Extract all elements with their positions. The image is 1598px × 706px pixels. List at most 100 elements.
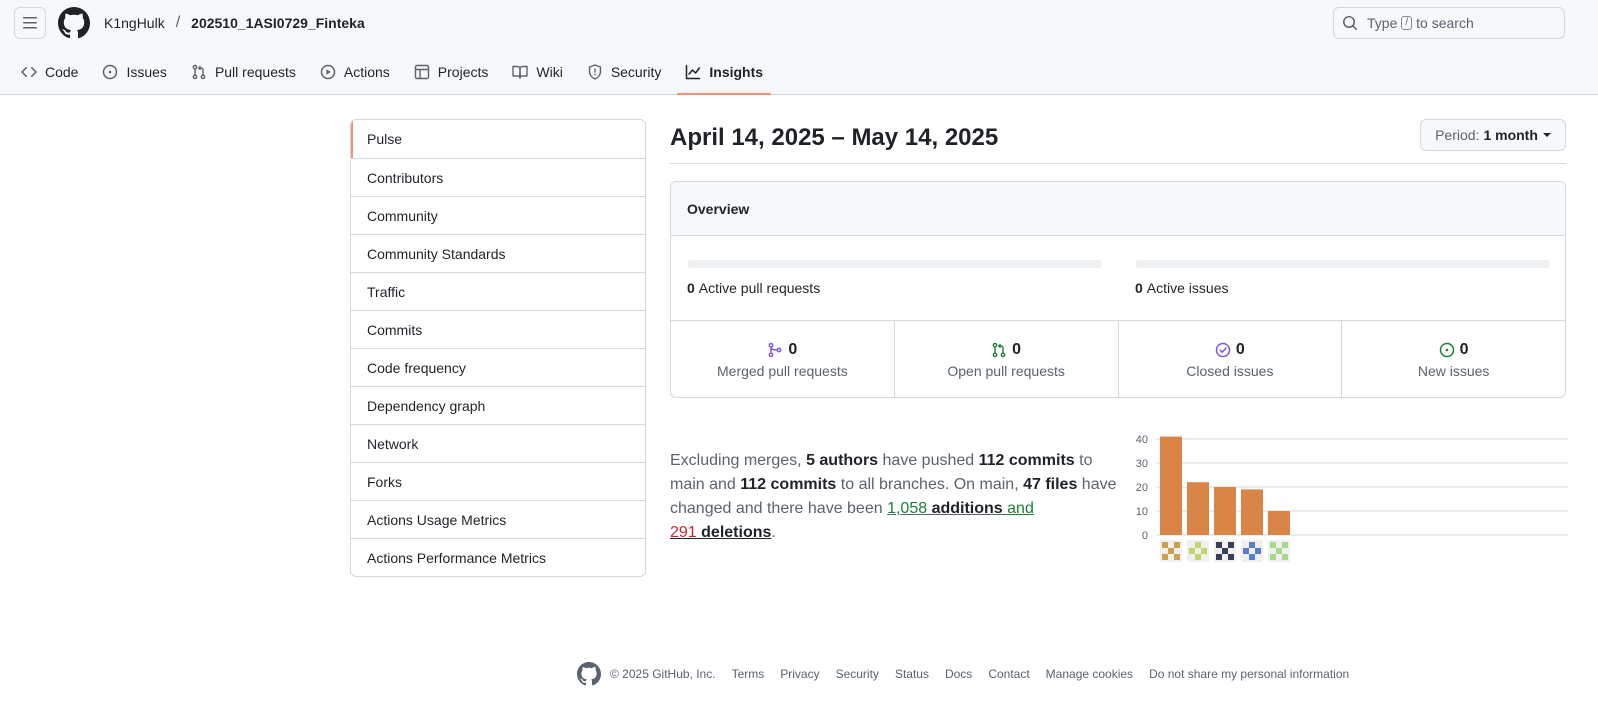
- closed-issues-label: Closed issues: [1186, 362, 1274, 379]
- period-select-button[interactable]: Period: 1 month: [1420, 119, 1566, 151]
- summary-text: Excluding merges,: [670, 452, 807, 469]
- breadcrumb: K1ngHulk / 202510_1ASI0729_Finteka: [104, 14, 365, 32]
- tab-pull-requests[interactable]: Pull requests: [183, 56, 304, 88]
- tab-wiki[interactable]: Wiki: [504, 56, 570, 88]
- avatar-pixel: [1216, 542, 1222, 548]
- menu-button[interactable]: [14, 7, 46, 39]
- avatar-pixel: [1249, 542, 1255, 548]
- avatar-pixel: [1276, 548, 1282, 554]
- commit-summary: Excluding merges, 5 authors have pushed …: [670, 449, 1120, 545]
- tab-insights[interactable]: Insights: [677, 56, 771, 95]
- chart-bar[interactable]: [1160, 436, 1182, 535]
- tab-projects[interactable]: Projects: [406, 56, 497, 88]
- tab-security-label: Security: [610, 64, 662, 80]
- divider: [670, 163, 1566, 164]
- sidebar-item-community-standards[interactable]: Community Standards: [351, 234, 645, 272]
- sidebar-item-traffic[interactable]: Traffic: [351, 272, 645, 310]
- overview-stats: 0 Merged pull requests 0 Open pull reque…: [671, 321, 1565, 397]
- closed-issues-count: 0: [1235, 340, 1245, 358]
- new-issues-count: 0: [1459, 340, 1469, 358]
- deletions-link[interactable]: 291 deletions: [670, 524, 771, 541]
- avatar-pixel: [1195, 542, 1201, 548]
- avatar-pixel: [1168, 548, 1174, 554]
- footer-link-manage-cookies[interactable]: Manage cookies: [1046, 667, 1133, 681]
- tab-code[interactable]: Code: [13, 56, 86, 88]
- tab-code-label: Code: [45, 64, 79, 80]
- avatar-pixel: [1162, 554, 1168, 560]
- deletions-count: 291: [670, 524, 697, 541]
- footer-link-terms[interactable]: Terms: [732, 667, 765, 681]
- page-footer: © 2025 GitHub, Inc. Terms Privacy Securi…: [577, 662, 1365, 686]
- avatar-pixel: [1243, 548, 1249, 554]
- chart-y-tick-label: 0: [1142, 530, 1148, 542]
- github-logo-icon[interactable]: [577, 662, 601, 686]
- sidebar-item-commits[interactable]: Commits: [351, 310, 645, 348]
- tab-security[interactable]: Security: [579, 56, 670, 88]
- overview-box: Overview 0 Active pull requests 0 Active i…: [670, 181, 1566, 398]
- code-icon: [21, 66, 37, 78]
- git-pull-request-icon: [992, 342, 1006, 357]
- tab-wiki-label: Wiki: [536, 64, 563, 80]
- repo-owner-link[interactable]: K1ngHulk: [104, 15, 165, 31]
- sidebar-item-community[interactable]: Community: [351, 196, 645, 234]
- avatar-pixel: [1189, 548, 1195, 554]
- github-logo-icon[interactable]: [58, 7, 90, 39]
- avatar-pixel: [1228, 554, 1234, 560]
- footer-link-contact[interactable]: Contact: [988, 667, 1029, 681]
- active-prs-summary[interactable]: 0 Active pull requests: [687, 260, 1102, 296]
- avatar-pixel: [1216, 554, 1222, 560]
- chart-bar[interactable]: [1268, 511, 1290, 535]
- repo-header: K1ngHulk / 202510_1ASI0729_Finteka Type …: [0, 0, 1598, 95]
- avatar-pixel: [1270, 542, 1276, 548]
- sidebar-item-actions-performance-metrics[interactable]: Actions Performance Metrics: [351, 538, 645, 576]
- repo-name-link[interactable]: 202510_1ASI0729_Finteka: [191, 15, 365, 31]
- active-issues-count: 0: [1135, 280, 1143, 296]
- new-issues-stat[interactable]: 0 New issues: [1341, 321, 1565, 397]
- issue-opened-icon: [1439, 342, 1454, 357]
- footer-link-security[interactable]: Security: [836, 667, 879, 681]
- issue-closed-icon: [1215, 342, 1231, 357]
- sidebar-item-network[interactable]: Network: [351, 424, 645, 462]
- sidebar-item-forks[interactable]: Forks: [351, 462, 645, 500]
- issue-opened-icon: [103, 64, 118, 80]
- sidebar-item-dependency-graph[interactable]: Dependency graph: [351, 386, 645, 424]
- open-prs-label: Open pull requests: [947, 362, 1065, 379]
- avatar-pixel: [1270, 554, 1276, 560]
- avatar-pixel: [1201, 548, 1207, 554]
- merged-prs-stat[interactable]: 0 Merged pull requests: [671, 321, 894, 397]
- chart-bar[interactable]: [1214, 487, 1236, 535]
- graph-icon: [686, 64, 701, 80]
- tab-issues-label: Issues: [126, 64, 167, 80]
- contributor-avatar[interactable]: [1241, 540, 1263, 562]
- closed-issues-stat[interactable]: 0 Closed issues: [1117, 321, 1342, 397]
- tab-issues[interactable]: Issues: [94, 56, 174, 88]
- additions-link[interactable]: 1,058 additions and: [887, 500, 1034, 517]
- authors-count: 5 authors: [806, 452, 879, 469]
- contributor-avatar[interactable]: [1187, 540, 1209, 562]
- contributor-avatar[interactable]: [1214, 540, 1236, 562]
- chart-bar[interactable]: [1187, 482, 1209, 535]
- contributor-avatar[interactable]: [1160, 540, 1182, 562]
- search-placeholder-start: Type: [1367, 15, 1398, 31]
- tab-actions[interactable]: Actions: [312, 56, 398, 88]
- sidebar-item-pulse[interactable]: Pulse: [351, 120, 645, 158]
- footer-link-privacy[interactable]: Privacy: [780, 667, 819, 681]
- sidebar-item-code-frequency[interactable]: Code frequency: [351, 348, 645, 386]
- breadcrumb-separator: /: [175, 14, 181, 31]
- search-input[interactable]: Type / to search: [1333, 7, 1565, 39]
- footer-link-do-not-share[interactable]: Do not share my personal information: [1149, 667, 1349, 681]
- table-icon: [414, 64, 429, 80]
- footer-link-status[interactable]: Status: [895, 667, 929, 681]
- contributor-avatar[interactable]: [1268, 540, 1290, 562]
- active-issues-summary[interactable]: 0 Active issues: [1135, 260, 1550, 296]
- sidebar-item-actions-usage-metrics[interactable]: Actions Usage Metrics: [351, 500, 645, 538]
- open-prs-stat[interactable]: 0 Open pull requests: [893, 321, 1118, 397]
- avatar-pixel: [1255, 548, 1261, 554]
- overview-active-section: 0 Active pull requests 0 Active issues: [671, 236, 1565, 321]
- period-label: Period:: [1435, 127, 1480, 143]
- additions-count: 1,058: [887, 500, 928, 517]
- sidebar-item-contributors[interactable]: Contributors: [351, 158, 645, 196]
- search-shortcut-key: /: [1401, 16, 1413, 30]
- footer-link-docs[interactable]: Docs: [945, 667, 972, 681]
- chart-bar[interactable]: [1241, 489, 1263, 535]
